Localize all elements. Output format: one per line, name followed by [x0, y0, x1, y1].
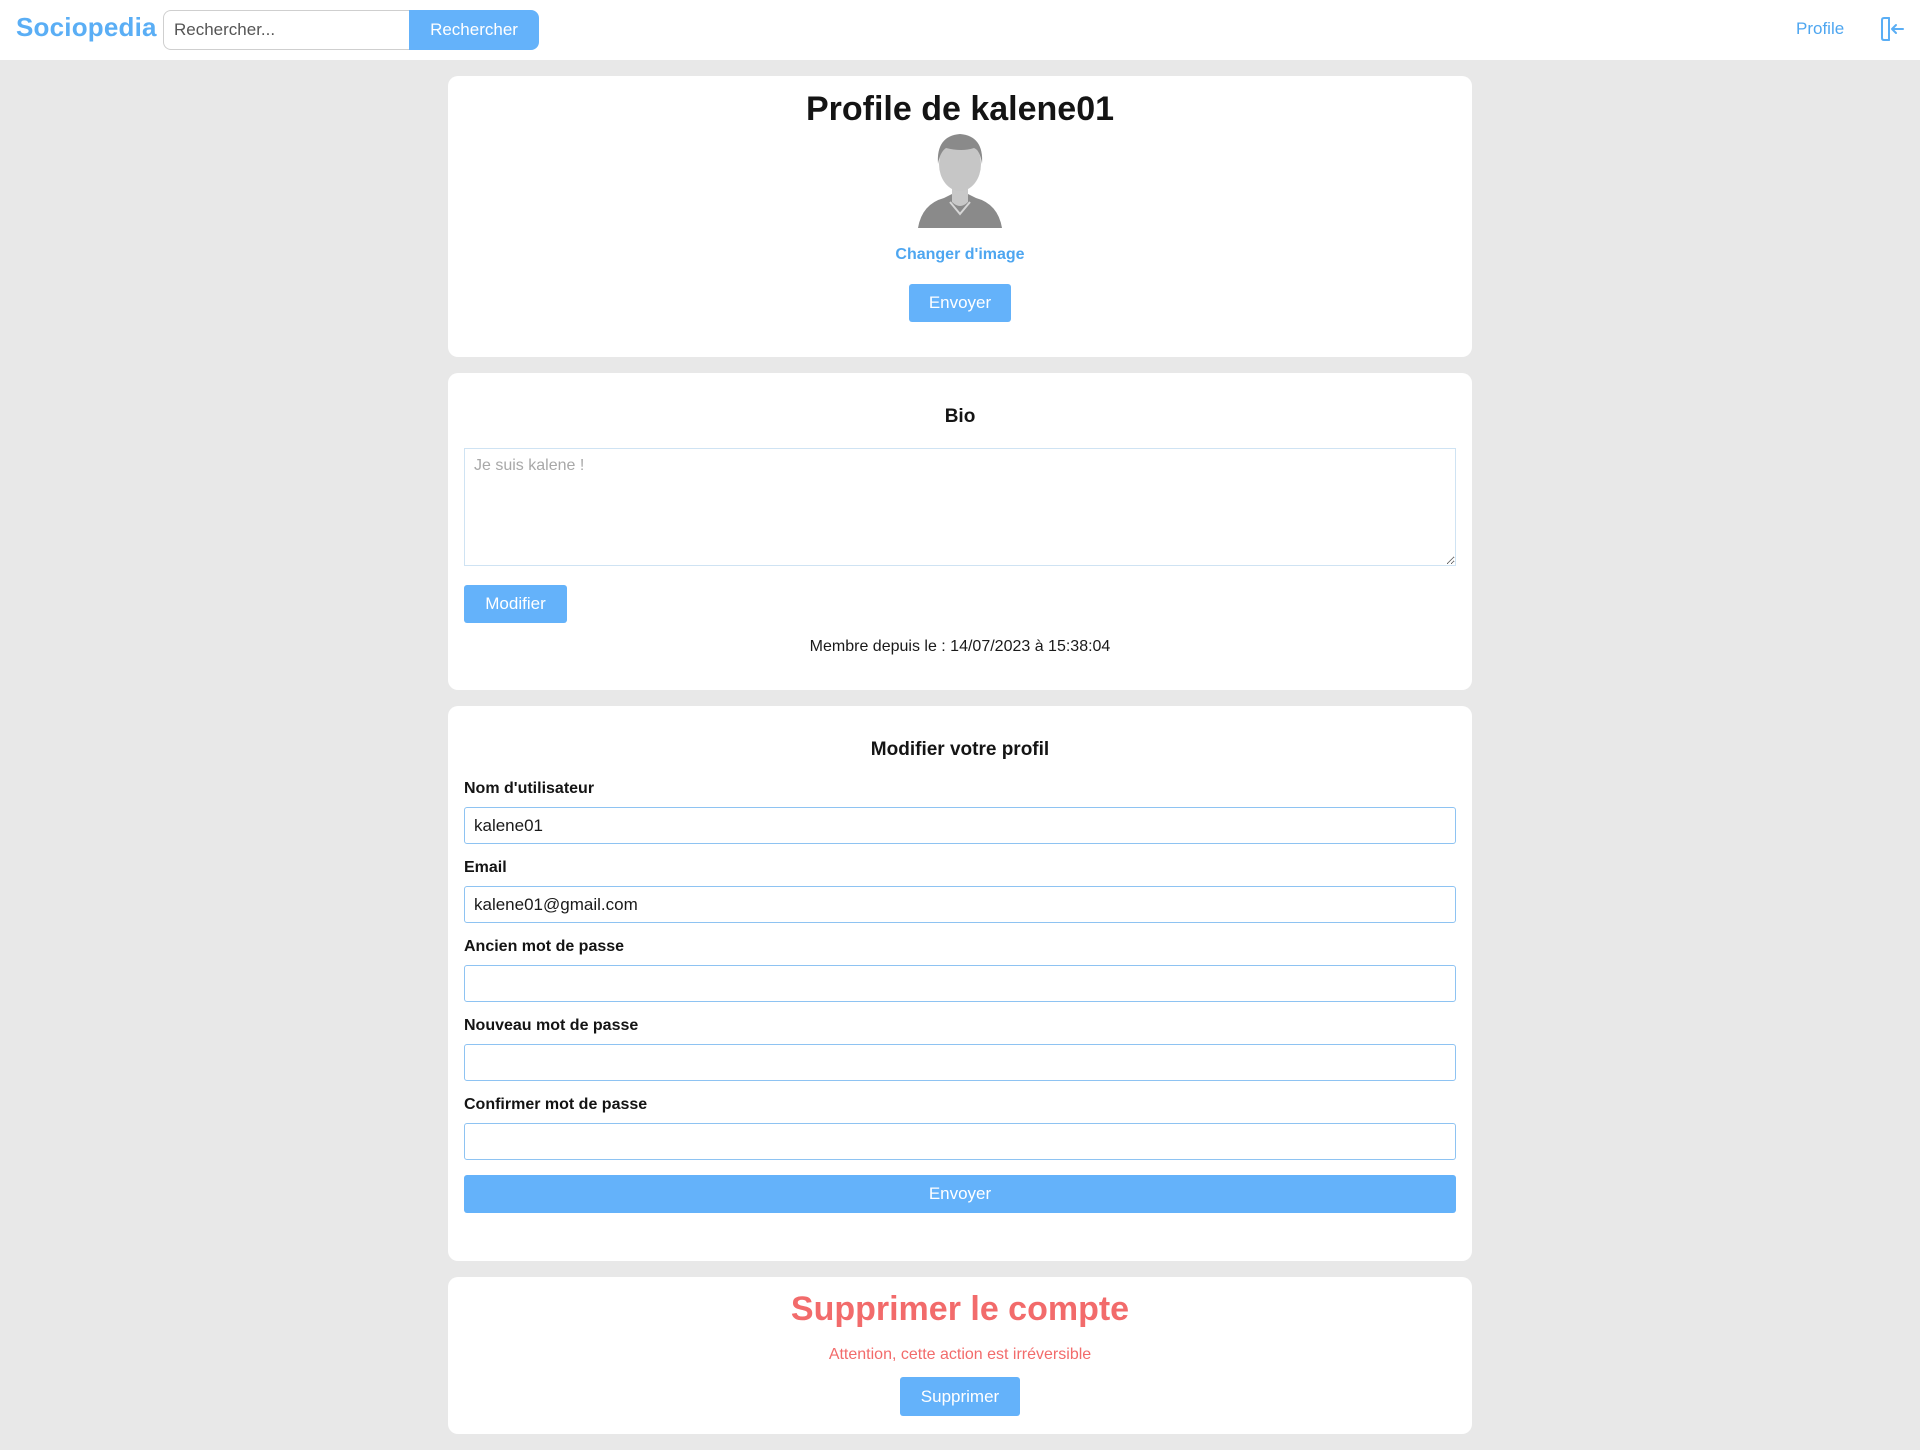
delete-account-title: Supprimer le compte [790, 1290, 1130, 1328]
delete-account-card: Supprimer le compte Attention, cette act… [448, 1277, 1472, 1434]
confirm-password-field[interactable] [464, 1123, 1456, 1160]
delete-account-button[interactable]: Supprimer [900, 1377, 1020, 1416]
confirm-password-label: Confirmer mot de passe [464, 1096, 648, 1113]
bio-card: Bio Modifier Membre depuis le : 14/07/20… [448, 373, 1472, 690]
bio-title: Bio [944, 406, 976, 427]
search-input[interactable] [163, 10, 410, 50]
top-navbar: Sociopedia Rechercher Profile [0, 0, 1920, 60]
profile-card: Profile de kalene01 Changer d'image Envo… [448, 76, 1472, 357]
logout-icon[interactable] [1880, 16, 1904, 42]
old-password-label: Ancien mot de passe [464, 938, 625, 955]
page-title: Profile de kalene01 [805, 90, 1115, 128]
email-field[interactable] [464, 886, 1456, 923]
search-button[interactable]: Rechercher [409, 10, 539, 50]
bio-textarea[interactable] [464, 448, 1456, 566]
delete-warning-text: Attention, cette action est irréversible [828, 1346, 1092, 1363]
send-image-button[interactable]: Envoyer [909, 284, 1011, 322]
default-avatar-icon [918, 134, 1002, 228]
new-password-field[interactable] [464, 1044, 1456, 1081]
modify-bio-button[interactable]: Modifier [464, 585, 567, 623]
send-profile-button[interactable]: Envoyer [464, 1175, 1456, 1213]
change-image-link[interactable]: Changer d'image [448, 246, 1472, 264]
edit-profile-title: Modifier votre profil [870, 739, 1050, 760]
old-password-field[interactable] [464, 965, 1456, 1002]
new-password-label: Nouveau mot de passe [464, 1017, 639, 1034]
member-since-text: Membre depuis le : 14/07/2023 à 15:38:04 [809, 638, 1111, 655]
brand-logo[interactable]: Sociopedia [16, 12, 157, 43]
edit-profile-card: Modifier votre profil Nom d'utilisateur … [448, 706, 1472, 1261]
username-field[interactable] [464, 807, 1456, 844]
email-label: Email [464, 859, 507, 876]
username-label: Nom d'utilisateur [464, 780, 595, 797]
nav-profile-link[interactable]: Profile [1796, 19, 1844, 39]
